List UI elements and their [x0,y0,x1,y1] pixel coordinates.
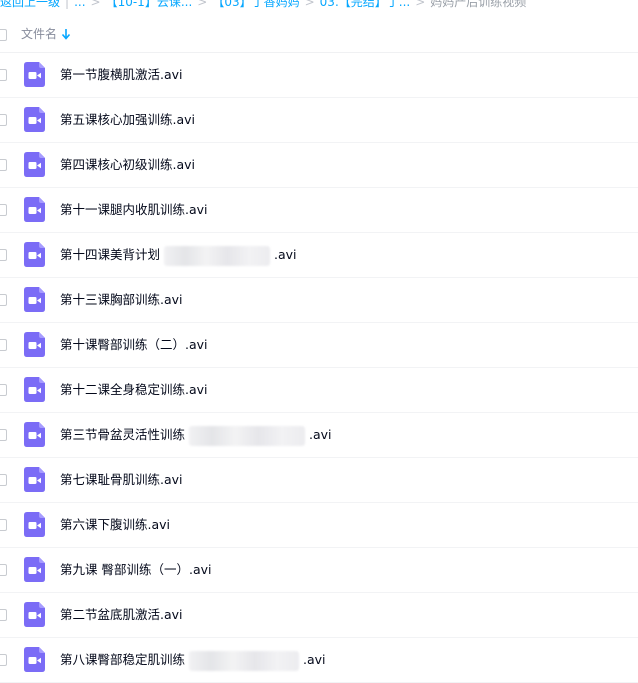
file-name-link[interactable]: 第十二课全身稳定训练.avi [60,380,208,400]
file-row[interactable]: 第九课 臀部训练（一）.avi [0,548,638,593]
file-row[interactable]: 第七课耻骨肌训练.avi [0,458,638,503]
file-row[interactable]: 第三节骨盆灵活性训练 .avi [0,413,638,458]
video-file-icon [24,422,45,447]
file-name-text: 第五课核心加强训练.avi [60,112,196,127]
file-name-text: 第十一课腿内收肌训练.avi [60,202,208,217]
file-extension-text: .avi [274,247,297,262]
redacted-text-mask [189,425,306,446]
row-checkbox[interactable] [0,519,7,531]
video-file-icon [24,332,45,357]
file-name-link[interactable]: 第六课下腹训练.avi [60,515,170,535]
file-name-link[interactable]: 第十四课美背计划 .avi [60,245,297,266]
file-name-text: 第九课 臀部训练（一）.avi [60,562,212,577]
file-name-text: 第一节腹横肌激活.avi [60,67,183,82]
video-file-icon [24,152,45,177]
video-file-icon [24,287,45,312]
file-row[interactable]: 第八课臀部稳定肌训练 .avi [0,638,638,683]
video-file-icon [24,242,45,267]
file-name-text: 第四课核心初级训练.avi [60,157,196,172]
video-file-icon [24,62,45,87]
file-name-link[interactable]: 第九课 臀部训练（一）.avi [60,560,211,580]
file-row[interactable]: 第二节盆底肌激活.avi [0,593,638,638]
file-name-text: 第十课臀部训练（二）.avi [60,337,208,352]
breadcrumb-separator: > [415,0,426,9]
file-name-link[interactable]: 第四课核心初级训练.avi [60,155,195,175]
video-file-icon [24,647,45,672]
file-name-text: 第十三课胸部训练.avi [60,292,183,307]
file-name-text: 第三节骨盆灵活性训练 [60,427,186,442]
file-extension-text: .avi [309,427,332,442]
row-checkbox[interactable] [0,429,7,441]
breadcrumb-current: 妈妈产后训练视频 [430,0,527,9]
file-name-text: 第七课耻骨肌训练.avi [60,472,183,487]
file-name-link[interactable]: 第十课臀部训练（二）.avi [60,335,208,355]
column-header-filename[interactable]: 文件名 [21,25,57,43]
row-checkbox[interactable] [0,204,7,216]
file-name-text: 第六课下腹训练.avi [60,517,171,532]
file-name-text: 第八课臀部稳定肌训练 [60,652,186,667]
file-name-text: 第十四课美背计划 [60,247,161,262]
arrow-down-icon[interactable] [60,26,72,42]
select-all-checkbox[interactable] [0,29,7,41]
file-name-link[interactable]: 第二节盆底肌激活.avi [60,605,183,625]
row-checkbox[interactable] [0,159,7,171]
file-list-header: 文件名 [0,17,638,53]
file-name-link[interactable]: 第十一课腿内收肌训练.avi [60,200,208,220]
row-checkbox[interactable] [0,249,7,261]
file-name-text: 第十二课全身稳定训练.avi [60,382,208,397]
file-name-link[interactable]: 第八课臀部稳定肌训练 .avi [60,650,326,671]
breadcrumb-divider: | [65,0,70,9]
row-checkbox[interactable] [0,339,7,351]
file-row[interactable]: 第十课臀部训练（二）.avi [0,323,638,368]
file-row[interactable]: 第六课下腹训练.avi [0,503,638,548]
file-name-link[interactable]: 第一节腹横肌激活.avi [60,65,183,85]
breadcrumb-separator: > [304,0,315,9]
file-row[interactable]: 第五课核心加强训练.avi [0,98,638,143]
row-checkbox[interactable] [0,609,7,621]
breadcrumb-link[interactable]: 03.【完结】丁... [320,0,411,9]
breadcrumb-separator: > [197,0,208,9]
file-row[interactable]: 第十二课全身稳定训练.avi [0,368,638,413]
row-checkbox[interactable] [0,474,7,486]
file-extension-text: .avi [303,652,326,667]
video-file-icon [24,512,45,537]
breadcrumb-separator: > [90,0,101,9]
file-row[interactable]: 第十四课美背计划 .avi [0,233,638,278]
row-checkbox[interactable] [0,294,7,306]
file-row[interactable]: 第十一课腿内收肌训练.avi [0,188,638,233]
row-checkbox[interactable] [0,69,7,81]
video-file-icon [24,197,45,222]
file-name-link[interactable]: 第七课耻骨肌训练.avi [60,470,183,490]
breadcrumb-link[interactable]: 【10-1】云课... [106,0,193,9]
row-checkbox[interactable] [0,384,7,396]
row-checkbox[interactable] [0,654,7,666]
breadcrumb-link[interactable]: ... [74,0,85,9]
file-name-text: 第二节盆底肌激活.avi [60,607,183,622]
redacted-text-mask [189,650,300,671]
breadcrumb: 返回上一级 |... > 【10-1】云课... > 【03】丁香妈妈 >03.【完结】丁.… [0,0,638,11]
file-name-link[interactable]: 第十三课胸部训练.avi [60,290,183,310]
breadcrumb-back-link[interactable]: 返回上一级 [0,0,60,9]
file-row[interactable]: 第一节腹横肌激活.avi [0,53,638,98]
video-file-icon [24,467,45,492]
video-file-icon [24,602,45,627]
row-checkbox[interactable] [0,114,7,126]
file-row[interactable]: 第十三课胸部训练.avi [0,278,638,323]
file-row[interactable]: 第四课核心初级训练.avi [0,143,638,188]
file-name-link[interactable]: 第三节骨盆灵活性训练 .avi [60,425,332,446]
row-checkbox[interactable] [0,564,7,576]
video-file-icon [24,107,45,132]
breadcrumb-link[interactable]: 【03】丁香妈妈 [212,0,299,9]
file-name-link[interactable]: 第五课核心加强训练.avi [60,110,195,130]
video-file-icon [24,557,45,582]
video-file-icon [24,377,45,402]
redacted-text-mask [164,245,271,266]
